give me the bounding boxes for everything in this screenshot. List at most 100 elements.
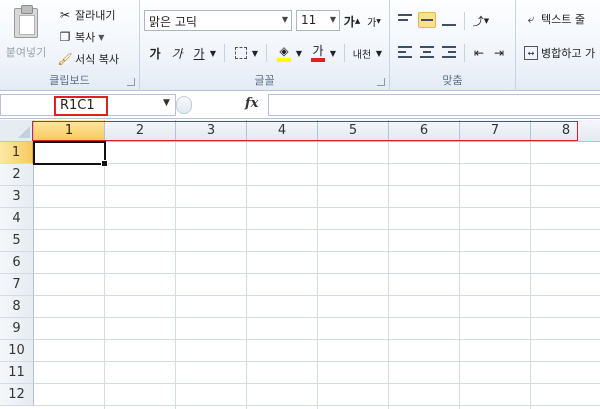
align-center-button[interactable] (418, 44, 436, 60)
divider (464, 44, 465, 62)
column-headers: 1 2 3 4 5 6 7 8 (34, 120, 600, 142)
divider (344, 44, 345, 62)
increase-indent-icon: ⇥ (493, 46, 505, 60)
divider (266, 44, 267, 62)
row-header[interactable]: 7 (0, 274, 34, 296)
alignment-group: ⤴ ▼ ⇤ ⇥ 맞춤 (390, 0, 516, 91)
shrink-font-button[interactable]: 가 ▼ (366, 12, 382, 30)
merge-center-button[interactable]: ↔ 병합하고 가 (524, 44, 595, 62)
row-header[interactable]: 4 (0, 208, 34, 230)
chevron-down-icon[interactable]: ▼ (163, 98, 170, 108)
row-header[interactable]: 12 (0, 384, 34, 406)
column-header[interactable]: 4 (247, 120, 318, 142)
row-header[interactable]: 11 (0, 362, 34, 384)
font-color-button[interactable]: 가 (308, 42, 328, 64)
column-header[interactable]: 2 (105, 120, 176, 142)
clipboard-launcher-icon[interactable] (127, 78, 135, 86)
chevron-down-icon: ▼ (281, 15, 288, 24)
column-header[interactable]: 7 (460, 120, 531, 142)
cell-area[interactable] (34, 142, 600, 409)
row-header[interactable]: 3 (0, 186, 34, 208)
copy-button[interactable]: ❐ 복사 ▼ (58, 28, 105, 46)
select-all-button[interactable] (0, 120, 34, 142)
font-group: 맑은 고딕 ▼ 11 ▼ 가 ▲ 가 ▼ 가 가 가 ▼ ▼ ◈ ▼ 가 ▼ 내… (140, 0, 390, 91)
column-header[interactable]: 6 (389, 120, 460, 142)
wrap-text-icon: ⤶ (527, 11, 535, 26)
spreadsheet-grid: 1 2 3 4 5 6 7 8 1 2 3 4 5 6 7 8 9 10 11 … (0, 120, 600, 409)
format-painter-label: 서식 복사 (75, 53, 119, 66)
align-left-button[interactable] (396, 44, 414, 60)
column-header[interactable]: 1 (34, 120, 105, 142)
row-header[interactable]: 1 (0, 142, 34, 164)
font-size-value: 11 (301, 13, 317, 27)
align-right-button[interactable] (440, 44, 458, 60)
active-cell[interactable] (33, 141, 108, 167)
decrease-indent-icon: ⇤ (473, 46, 485, 60)
column-header[interactable]: 8 (531, 120, 600, 142)
row-headers: 1 2 3 4 5 6 7 8 9 10 11 12 (0, 142, 34, 406)
font-name-value: 맑은 고딕 (149, 15, 197, 29)
phonetic-dropdown-icon[interactable]: ▼ (374, 46, 384, 60)
paste-icon (14, 5, 38, 38)
underline-dropdown-icon[interactable]: ▼ (208, 46, 218, 60)
text-orientation-icon: ⤴ (472, 15, 484, 28)
fill-dropdown-icon[interactable]: ▼ (294, 46, 304, 60)
wrap-merge-group: ⤶ 텍스트 줄 ↔ 병합하고 가 (516, 0, 600, 91)
grow-font-button[interactable]: 가 ▲ (344, 12, 360, 30)
formula-bar-resize-handle[interactable] (176, 96, 192, 114)
divider (224, 44, 225, 62)
align-bottom-button[interactable] (440, 12, 458, 28)
grow-font-label: 가 (343, 14, 355, 29)
paste-label: 붙여넣기 (5, 46, 47, 59)
cut-label: 잘라내기 (75, 9, 116, 22)
name-box[interactable]: R1C1 ▼ (0, 94, 176, 116)
row-header[interactable]: 2 (0, 164, 34, 186)
font-color-swatch (311, 58, 325, 62)
merge-label: 병합하고 가 (541, 47, 596, 60)
insert-function-button[interactable]: fx (245, 96, 258, 111)
border-button[interactable] (232, 44, 250, 62)
italic-button[interactable]: 가 (168, 44, 186, 62)
row-header[interactable]: 8 (0, 296, 34, 318)
wrap-text-label: 텍스트 줄 (541, 13, 585, 26)
row-header[interactable]: 6 (0, 252, 34, 274)
font-color-dropdown-icon[interactable]: ▼ (328, 46, 338, 60)
font-color-label: 가 (312, 44, 324, 58)
copy-icon: ❐ (59, 30, 71, 44)
fill-color-swatch (277, 58, 291, 62)
copy-dropdown-icon[interactable]: ▼ (98, 33, 104, 42)
phonetic-button[interactable]: 내천 (350, 44, 374, 62)
formula-input[interactable] (268, 94, 600, 116)
format-painter-button[interactable]: 🖌 서식 복사 (57, 50, 119, 68)
bold-button[interactable]: 가 (146, 44, 164, 62)
name-box-value[interactable]: R1C1 (54, 96, 108, 116)
row-header[interactable]: 9 (0, 318, 34, 340)
decrease-indent-button[interactable]: ⇤ (470, 44, 488, 62)
shrink-font-label: 가 (367, 17, 377, 29)
formula-bar: R1C1 ▼ fx (0, 92, 600, 119)
border-dropdown-icon[interactable]: ▼ (250, 46, 260, 60)
clipboard-group: 붙여넣기 ✂ 잘라내기 ❐ 복사 ▼ 🖌 서식 복사 클립보드 (0, 0, 140, 91)
ribbon: 붙여넣기 ✂ 잘라내기 ❐ 복사 ▼ 🖌 서식 복사 클립보드 맑은 고딕 ▼ … (0, 0, 600, 91)
align-middle-button[interactable] (418, 12, 436, 28)
font-size-select[interactable]: 11 ▼ (296, 10, 340, 31)
scissors-icon: ✂ (59, 8, 71, 22)
divider (464, 12, 465, 30)
cut-button[interactable]: ✂ 잘라내기 (58, 6, 116, 24)
orientation-button[interactable]: ⤴ ▼ (470, 12, 492, 30)
row-header[interactable]: 10 (0, 340, 34, 362)
row-header[interactable]: 5 (0, 230, 34, 252)
paint-bucket-icon: ◈ (279, 44, 289, 58)
fill-color-button[interactable]: ◈ (274, 42, 294, 64)
paste-button[interactable]: 붙여넣기 (4, 4, 48, 66)
brush-icon: 🖌 (57, 52, 73, 66)
underline-button[interactable]: 가 (190, 44, 208, 62)
column-header[interactable]: 5 (318, 120, 389, 142)
font-name-select[interactable]: 맑은 고딕 ▼ (144, 10, 292, 31)
align-top-button[interactable] (396, 12, 414, 28)
wrap-text-button[interactable]: ⤶ 텍스트 줄 (524, 10, 585, 28)
chevron-down-icon: ▼ (329, 15, 336, 24)
font-launcher-icon[interactable] (377, 78, 385, 86)
column-header[interactable]: 3 (176, 120, 247, 142)
increase-indent-button[interactable]: ⇥ (490, 44, 508, 62)
